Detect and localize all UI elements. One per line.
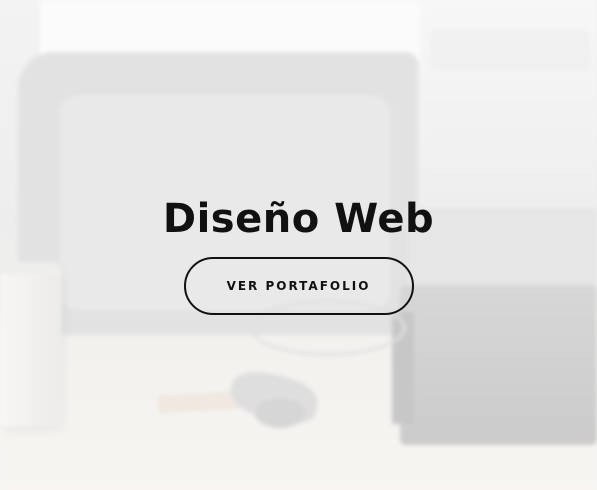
background-window [40, 0, 420, 60]
hero-section: Diseño Web VER PORTAFOLIO [0, 0, 597, 490]
background-shelf [430, 30, 590, 70]
hero-title: Diseño Web [162, 196, 435, 242]
hero-content: Diseño Web VER PORTAFOLIO [0, 195, 597, 315]
background-object-shadow [255, 398, 305, 428]
view-portfolio-button[interactable]: VER PORTAFOLIO [183, 257, 414, 315]
